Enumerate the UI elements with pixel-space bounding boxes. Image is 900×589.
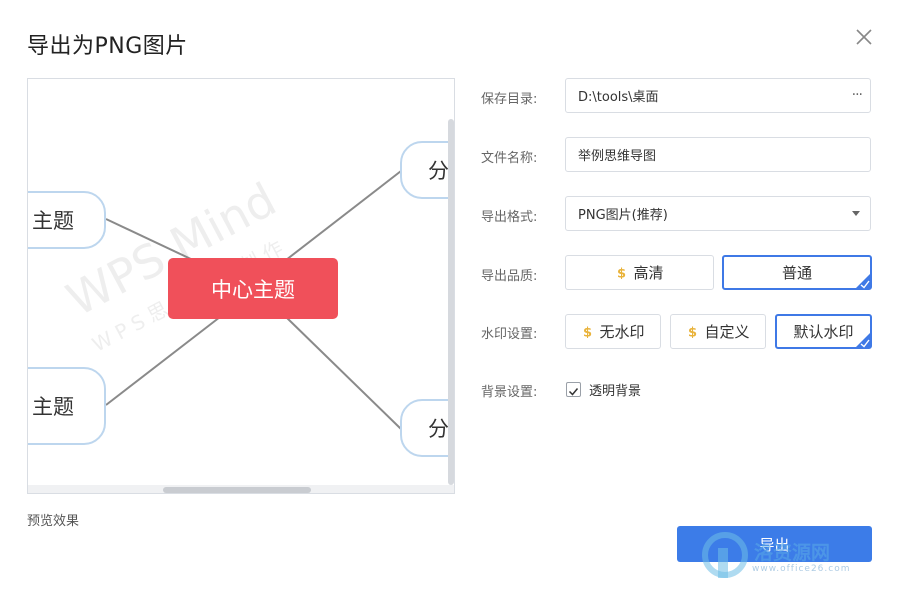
file-name-input[interactable] — [578, 147, 838, 162]
preview-panel: WPS Mind WPS思维导图制作 主题 主题 分 分 中心主题 — [27, 78, 455, 494]
browse-more-icon[interactable]: ··· — [852, 87, 863, 103]
svg-text:$: $ — [583, 326, 592, 339]
watermark-label: 水印设置: — [481, 327, 538, 342]
file-name-label: 文件名称: — [481, 151, 538, 166]
save-dir-label: 保存目录: — [481, 92, 538, 107]
watermark-option-default[interactable]: 默认水印 — [775, 314, 872, 349]
export-png-dialog: 导出为PNG图片 WPS Mind WPS思维导图制作 主题 主题 分 分 — [0, 0, 900, 589]
format-select[interactable]: PNG图片(推荐) — [565, 196, 871, 231]
dollar-coin-icon: $ — [583, 326, 592, 339]
selected-check-icon — [855, 332, 871, 348]
save-dir-field[interactable]: D:\tools\桌面 ··· — [565, 78, 871, 113]
watermark-option-none[interactable]: $ 无水印 — [565, 314, 661, 349]
branch-node-right-top[interactable]: 分 — [400, 141, 454, 199]
chevron-down-icon — [852, 211, 860, 216]
close-icon[interactable] — [851, 24, 877, 50]
center-topic-node[interactable]: 中心主题 — [168, 258, 338, 319]
transparent-bg-label[interactable]: 透明背景 — [589, 380, 641, 399]
watermark-option-custom[interactable]: $ 自定义 — [670, 314, 766, 349]
svg-text:$: $ — [617, 267, 626, 280]
svg-text:$: $ — [688, 326, 697, 339]
preview-label: 预览效果 — [27, 514, 80, 529]
branch-node-left-top[interactable]: 主题 — [28, 191, 106, 249]
selected-check-icon — [855, 273, 871, 289]
format-selected-value: PNG图片(推荐) — [578, 208, 668, 223]
dialog-title: 导出为PNG图片 — [27, 34, 188, 59]
quality-option-normal[interactable]: 普通 — [722, 255, 872, 290]
site-watermark-url: www.office26.com — [752, 564, 851, 574]
quality-option-hd[interactable]: $ 高清 — [565, 255, 714, 290]
dollar-coin-icon: $ — [688, 326, 697, 339]
save-dir-value: D:\tools\桌面 — [578, 90, 659, 105]
quality-label: 导出品质: — [481, 269, 538, 284]
background-label: 背景设置: — [481, 385, 538, 400]
horizontal-scrollbar[interactable] — [163, 487, 311, 493]
file-name-field[interactable] — [565, 137, 871, 172]
dollar-coin-icon: $ — [617, 267, 626, 280]
branch-node-left-bottom[interactable]: 主题 — [28, 367, 106, 445]
format-label: 导出格式: — [481, 210, 538, 225]
transparent-bg-checkbox[interactable] — [566, 382, 581, 397]
checkmark-icon — [568, 388, 579, 396]
vertical-scrollbar[interactable] — [448, 119, 454, 485]
branch-node-right-bottom[interactable]: 分 — [400, 399, 454, 457]
site-watermark-text: 洛资源网 — [754, 542, 831, 564]
